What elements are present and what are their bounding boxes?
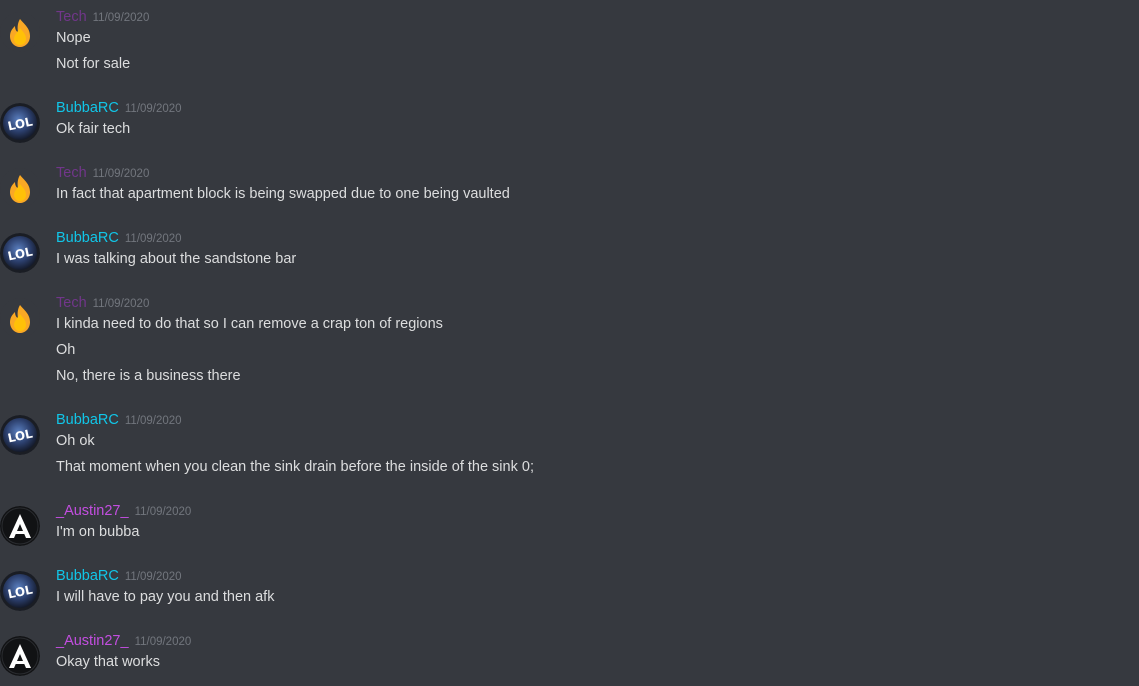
message-timestamp: 11/09/2020: [92, 12, 150, 24]
message-header: BubbaRC 11/09/2020: [56, 411, 182, 431]
message-text: I'm on bubba: [56, 524, 140, 540]
message-text: Not for sale: [56, 56, 131, 72]
message-timestamp: 11/09/2020: [124, 571, 182, 583]
lol-logo-icon[interactable]: LOL: [0, 103, 40, 143]
message-text: Ok fair tech: [56, 121, 131, 137]
flame-icon[interactable]: [0, 168, 40, 208]
letter-a-icon[interactable]: [0, 636, 40, 676]
flame-icon[interactable]: [0, 12, 40, 52]
message-text: I will have to pay you and then afk: [56, 589, 275, 605]
lol-logo-icon[interactable]: LOL: [0, 571, 40, 611]
message-header: Tech 11/09/2020: [56, 294, 149, 314]
message-header: _Austin27_ 11/09/2020: [56, 502, 191, 522]
author-name[interactable]: BubbaRC: [56, 568, 119, 584]
flame-icon[interactable]: [0, 298, 40, 338]
message-timestamp: 11/09/2020: [124, 415, 182, 427]
author-name[interactable]: Tech: [56, 295, 87, 311]
author-name[interactable]: _Austin27_: [56, 503, 129, 519]
message-text: Nope: [56, 30, 91, 46]
message-header: Tech 11/09/2020: [56, 164, 149, 184]
message-text: Okay that works: [56, 654, 160, 670]
lol-logo-icon[interactable]: LOL: [0, 233, 40, 273]
message-header: BubbaRC 11/09/2020: [56, 567, 182, 587]
message-text: That moment when you clean the sink drai…: [56, 459, 534, 475]
message-text: Oh: [56, 342, 76, 358]
message-timestamp: 11/09/2020: [134, 506, 192, 518]
message-header: Tech 11/09/2020: [56, 8, 149, 28]
lol-logo-icon[interactable]: LOL: [0, 415, 40, 455]
message-timestamp: 11/09/2020: [124, 103, 182, 115]
message-timestamp: 11/09/2020: [92, 168, 150, 180]
message-timestamp: 11/09/2020: [134, 636, 192, 648]
message-text: Oh ok: [56, 433, 95, 449]
message-text: I was talking about the sandstone bar: [56, 251, 297, 267]
message-timestamp: 11/09/2020: [92, 298, 150, 310]
chat-message-list: Tech 11/09/2020 Nope Not for sale LOL Bubba…: [0, 0, 1139, 686]
author-name[interactable]: BubbaRC: [56, 230, 119, 246]
author-name[interactable]: BubbaRC: [56, 412, 119, 428]
message-text: In fact that apartment block is being sw…: [56, 186, 510, 202]
message-timestamp: 11/09/2020: [124, 233, 182, 245]
message-text: I kinda need to do that so I can remove …: [56, 316, 443, 332]
message-header: BubbaRC 11/09/2020: [56, 99, 182, 119]
author-name[interactable]: Tech: [56, 9, 87, 25]
author-name[interactable]: Tech: [56, 165, 87, 181]
message-header: _Austin27_ 11/09/2020: [56, 632, 191, 652]
letter-a-icon[interactable]: [0, 506, 40, 546]
author-name[interactable]: _Austin27_: [56, 633, 129, 649]
author-name[interactable]: BubbaRC: [56, 100, 119, 116]
message-header: BubbaRC 11/09/2020: [56, 229, 182, 249]
message-text: No, there is a business there: [56, 368, 241, 384]
